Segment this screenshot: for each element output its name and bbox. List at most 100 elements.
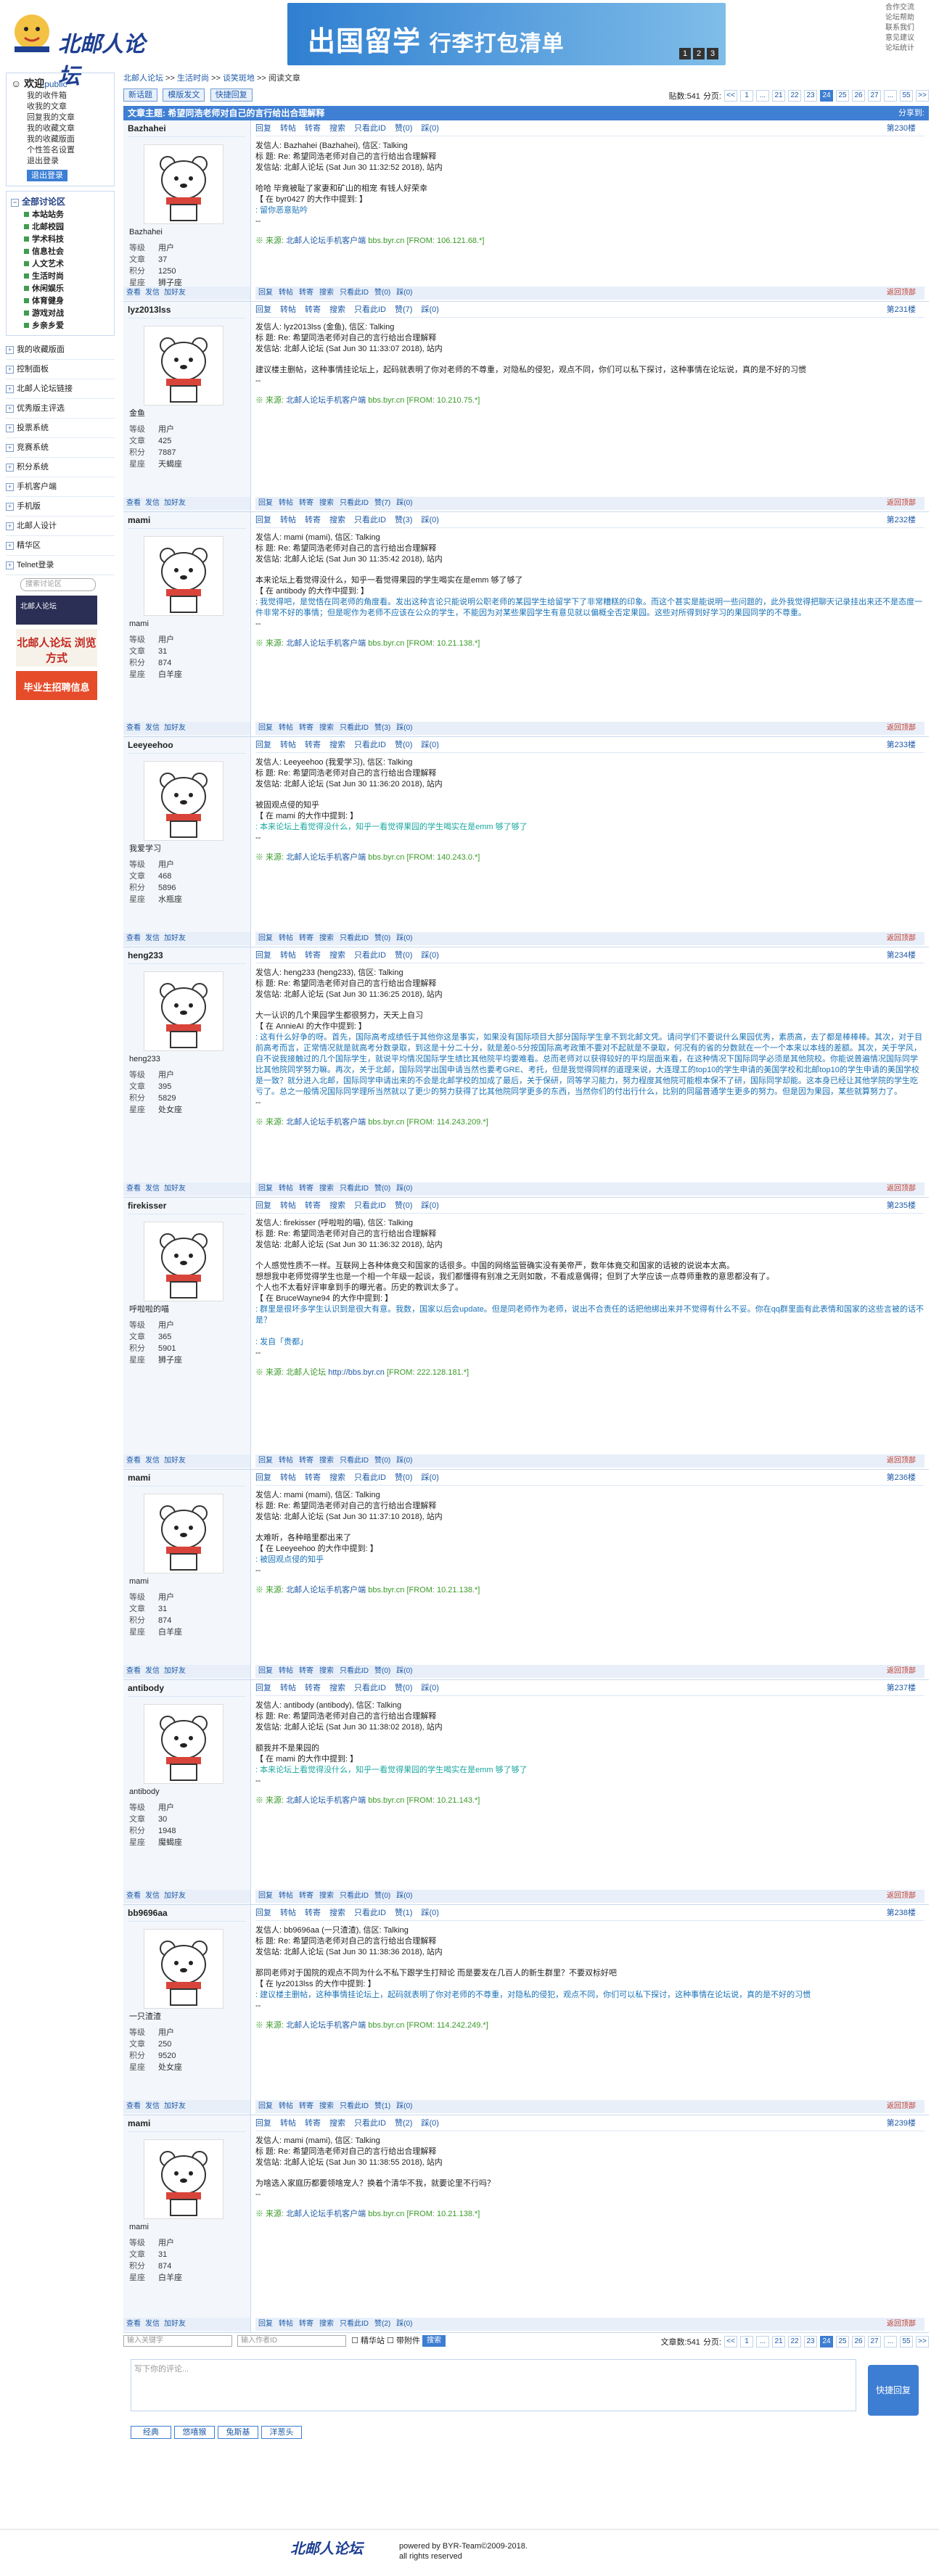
forward-link[interactable]: 转帖 bbox=[280, 1473, 296, 1482]
forward-link[interactable]: 转帖 bbox=[280, 951, 296, 960]
floor-number[interactable]: 第238楼 bbox=[887, 1905, 916, 1921]
section-item[interactable]: 人文艺术 bbox=[11, 258, 110, 271]
sidebar-nav-item[interactable]: + 手机版 bbox=[6, 497, 115, 517]
forward-link[interactable]: 转帖 bbox=[279, 724, 293, 732]
like-count[interactable]: 赞(0) bbox=[395, 951, 412, 960]
page-link[interactable]: 21 bbox=[772, 2336, 785, 2347]
breadcrumb-item[interactable]: 北邮人论坛 bbox=[123, 74, 163, 83]
sidebar-link[interactable]: 回复我的文章 bbox=[27, 113, 75, 122]
dislike-count[interactable]: 踩(0) bbox=[396, 2102, 412, 2110]
transfer-link[interactable]: 转寄 bbox=[299, 499, 313, 507]
transfer-link[interactable]: 转寄 bbox=[299, 1457, 313, 1465]
page-link[interactable]: 21 bbox=[772, 90, 785, 102]
section-item[interactable]: 生活时尚 bbox=[11, 271, 110, 283]
like-count[interactable]: 赞(0) bbox=[374, 289, 390, 297]
add-friend-link[interactable]: 加好友 bbox=[164, 2102, 186, 2110]
only-this-id-link[interactable]: 只看此ID bbox=[340, 724, 369, 732]
source-link[interactable]: 北邮人论坛手机客户端 bbox=[286, 1586, 366, 1594]
banner-dot[interactable]: 2 bbox=[693, 48, 705, 59]
quick-reply-submit-button[interactable]: 快捷回复 bbox=[868, 2365, 919, 2416]
only-this-id-link[interactable]: 只看此ID bbox=[354, 2119, 386, 2128]
transfer-link[interactable]: 转寄 bbox=[305, 1909, 321, 1917]
avatar[interactable] bbox=[144, 326, 224, 406]
dislike-count[interactable]: 踩(0) bbox=[421, 305, 438, 314]
page-link[interactable]: << bbox=[724, 90, 737, 102]
search-link[interactable]: 搜索 bbox=[329, 516, 345, 524]
view-profile-link[interactable]: 查看 bbox=[126, 289, 141, 297]
breadcrumb-item[interactable]: 谈笑斑地 bbox=[223, 74, 255, 83]
source-link[interactable]: 北邮人论坛手机客户端 bbox=[286, 2210, 366, 2218]
forward-link[interactable]: 转帖 bbox=[279, 1892, 293, 1900]
section-item[interactable]: 游戏对战 bbox=[11, 308, 110, 320]
back-to-top-link[interactable]: 返回顶部 bbox=[887, 1890, 916, 1903]
send-mail-link[interactable]: 发信 bbox=[145, 289, 160, 297]
forward-link[interactable]: 转帖 bbox=[279, 1185, 293, 1193]
forward-link[interactable]: 转帖 bbox=[280, 1909, 296, 1917]
sidebar-link[interactable]: 我的收藏文章 bbox=[27, 124, 75, 133]
template-post-button[interactable]: 模版发文 bbox=[163, 89, 205, 102]
like-count[interactable]: 赞(0) bbox=[395, 1684, 412, 1692]
add-friend-link[interactable]: 加好友 bbox=[164, 724, 186, 732]
page-link[interactable]: >> bbox=[916, 2336, 929, 2347]
sidebar-ad[interactable]: 北邮人论坛 浏览方式 bbox=[16, 629, 97, 667]
avatar[interactable] bbox=[144, 2139, 224, 2219]
dislike-count[interactable]: 踩(0) bbox=[421, 951, 438, 960]
transfer-link[interactable]: 转寄 bbox=[299, 1667, 313, 1675]
only-this-id-link[interactable]: 只看此ID bbox=[354, 124, 386, 133]
send-mail-link[interactable]: 发信 bbox=[145, 1892, 160, 1900]
view-profile-link[interactable]: 查看 bbox=[126, 1892, 141, 1900]
sidebar-nav-item[interactable]: + 投票系统 bbox=[6, 419, 115, 438]
only-this-id-link[interactable]: 只看此ID bbox=[354, 951, 386, 960]
search-link[interactable]: 搜索 bbox=[329, 1909, 345, 1917]
back-to-top-link[interactable]: 返回顶部 bbox=[887, 2318, 916, 2331]
search-link[interactable]: 搜索 bbox=[329, 1684, 345, 1692]
source-link[interactable]: 北邮人论坛手机客户端 bbox=[286, 396, 366, 405]
author-search-input[interactable]: 输入作者ID bbox=[237, 2335, 347, 2347]
floor-number[interactable]: 第230楼 bbox=[887, 120, 916, 136]
send-mail-link[interactable]: 发信 bbox=[145, 2320, 160, 2328]
avatar[interactable] bbox=[144, 536, 224, 616]
dislike-count[interactable]: 踩(0) bbox=[421, 1684, 438, 1692]
section-item[interactable]: 乡亲乡爱 bbox=[11, 320, 110, 332]
avatar[interactable] bbox=[144, 1929, 224, 2009]
page-link[interactable]: ... bbox=[756, 2336, 769, 2347]
page-link[interactable]: 22 bbox=[788, 90, 801, 102]
only-this-id-link[interactable]: 只看此ID bbox=[354, 741, 386, 749]
logout-button[interactable]: 退出登录 bbox=[27, 170, 67, 181]
reply-link[interactable]: 回复 bbox=[258, 934, 273, 942]
like-count[interactable]: 赞(0) bbox=[374, 1667, 390, 1675]
source-link[interactable]: 北邮人论坛手机客户端 bbox=[286, 1118, 366, 1127]
floor-number[interactable]: 第231楼 bbox=[887, 302, 916, 318]
author-username[interactable]: antibody bbox=[128, 1680, 246, 1697]
only-this-id-link[interactable]: 只看此ID bbox=[354, 1909, 386, 1917]
floor-number[interactable]: 第239楼 bbox=[887, 2115, 916, 2131]
search-link[interactable]: 搜索 bbox=[329, 741, 345, 749]
view-profile-link[interactable]: 查看 bbox=[126, 2320, 141, 2328]
dislike-count[interactable]: 踩(0) bbox=[421, 1473, 438, 1482]
only-this-id-link[interactable]: 只看此ID bbox=[354, 1684, 386, 1692]
dislike-count[interactable]: 踩(0) bbox=[421, 1909, 438, 1917]
transfer-link[interactable]: 转寄 bbox=[299, 289, 313, 297]
back-to-top-link[interactable]: 返回顶部 bbox=[887, 2100, 916, 2113]
floor-number[interactable]: 第236楼 bbox=[887, 1470, 916, 1486]
only-this-id-link[interactable]: 只看此ID bbox=[340, 2102, 369, 2110]
search-link[interactable]: 搜索 bbox=[319, 289, 334, 297]
dislike-count[interactable]: 踩(0) bbox=[396, 1185, 412, 1193]
only-this-id-link[interactable]: 只看此ID bbox=[340, 289, 369, 297]
sidebar-nav-item[interactable]: + 手机客户端 bbox=[6, 477, 115, 497]
transfer-link[interactable]: 转寄 bbox=[299, 1185, 313, 1193]
page-link[interactable]: 26 bbox=[852, 2336, 865, 2347]
dislike-count[interactable]: 踩(0) bbox=[421, 124, 438, 133]
back-to-top-link[interactable]: 返回顶部 bbox=[887, 1665, 916, 1678]
floor-number[interactable]: 第232楼 bbox=[887, 512, 916, 528]
emoticon-tab[interactable]: 经典 bbox=[131, 2426, 171, 2439]
forward-link[interactable]: 转帖 bbox=[280, 124, 296, 133]
reply-link[interactable]: 回复 bbox=[255, 951, 271, 960]
reply-link[interactable]: 回复 bbox=[258, 2102, 273, 2110]
forward-link[interactable]: 转帖 bbox=[280, 1684, 296, 1692]
page-link[interactable]: 26 bbox=[852, 90, 865, 102]
transfer-link[interactable]: 转寄 bbox=[305, 124, 321, 133]
quick-reply-button[interactable]: 快捷回复 bbox=[210, 89, 253, 102]
dislike-count[interactable]: 踩(0) bbox=[396, 499, 412, 507]
dislike-count[interactable]: 踩(0) bbox=[396, 934, 412, 942]
